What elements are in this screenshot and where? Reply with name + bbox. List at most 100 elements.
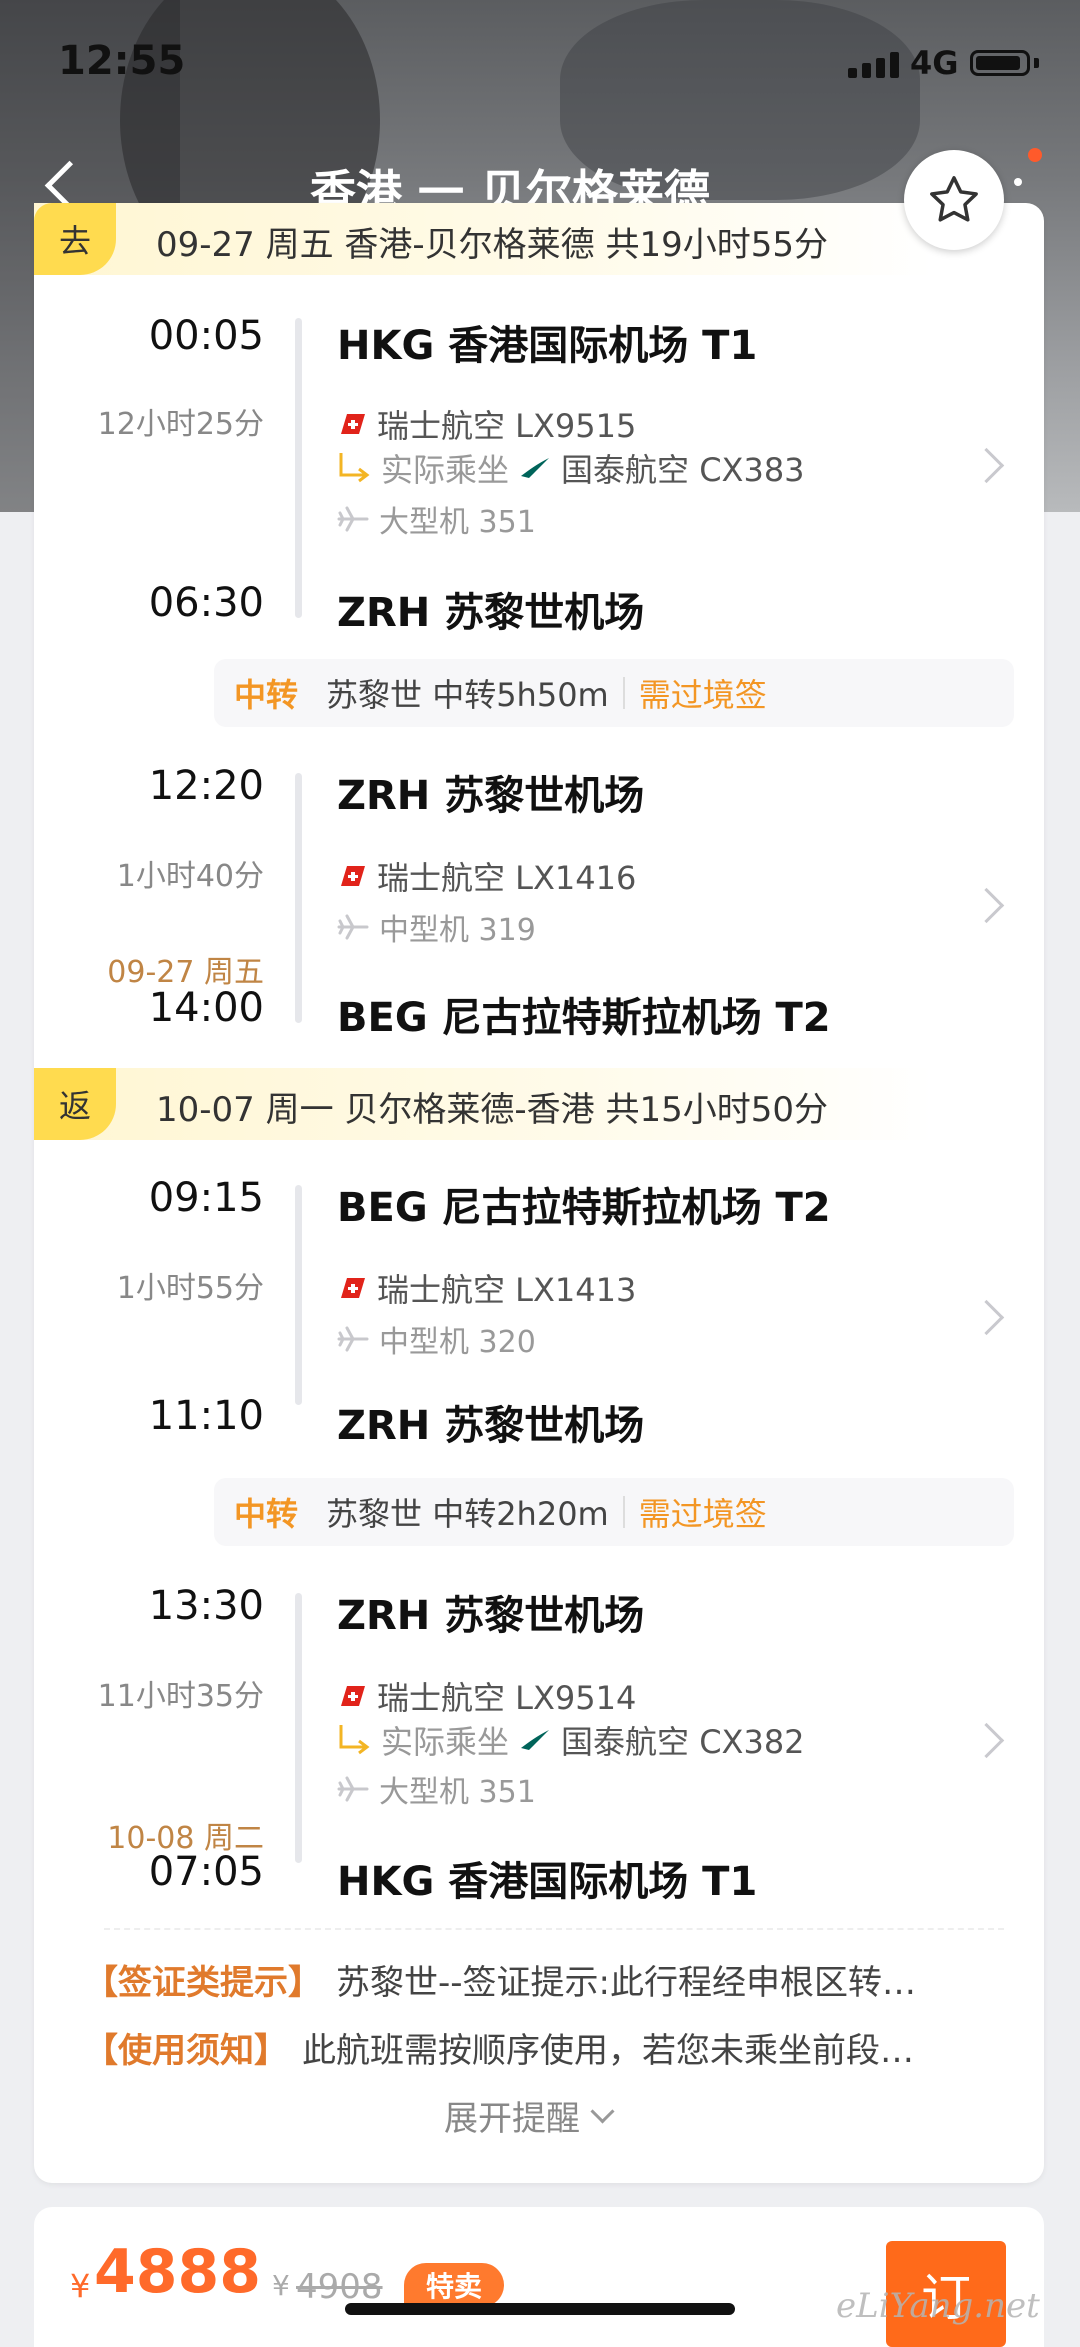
arrival-airport: ZRH 苏黎世机场 [337,590,645,636]
arrival-airport: HKG 香港国际机场 T1 [337,1859,758,1905]
flight-duration: 12小时25分 [97,407,264,442]
more-icon[interactable] [1014,178,1022,186]
price-bar: ¥ 4888 ¥ 4908 特卖 订 [34,2207,1044,2347]
outbound-header: 去 09-27 周五 香港-贝尔格莱德 共19小时55分 [34,203,934,275]
arrival-time: 11:10 [148,1393,264,1439]
departure-airport: ZRH 苏黎世机场 [337,1593,645,1639]
swiss-airline-icon [341,414,365,434]
favorite-button[interactable] [904,150,1004,250]
actual-operator-label: 实际乘坐 [381,1723,510,1761]
airline-row: 瑞士航空 LX1416 [337,853,636,899]
swiss-airline-icon [341,1278,365,1298]
chevron-right-icon [968,887,1005,924]
status-bar: 12:55 4G [0,0,1080,130]
flight-duration: 1小时55分 [116,1271,264,1306]
aircraft-row: 中型机 320 [337,1317,536,1361]
status-time: 12:55 [58,38,186,84]
currency-symbol: ¥ [70,2267,91,2305]
airline-name: 瑞士航空 LX9514 [377,1679,637,1717]
home-indicator [345,2303,735,2315]
actual-operator-label: 实际乘坐 [381,451,510,489]
departure-time: 00:05 [148,313,264,359]
transfer-info: 中转 苏黎世 中转5h50m 需过境签 [214,659,1014,727]
airline-row: 瑞士航空 LX1413 [337,1265,636,1311]
arrival-time: 14:00 [148,985,264,1031]
cathay-airline-icon [521,1730,550,1750]
departure-airport: BEG 尼古拉特斯拉机场 T2 [337,1185,831,1231]
swiss-airline-icon [341,1686,365,1706]
outbound-summary: 09-27 周五 香港-贝尔格莱德 共19小时55分 [156,225,829,265]
return-tag: 返 [34,1068,116,1140]
operating-airline-row: 实际乘坐 国泰航空 CX382 [337,1717,805,1763]
arrival-time: 06:30 [148,580,264,626]
aircraft-type: 中型机 319 [379,913,536,948]
flight-duration: 1小时40分 [116,859,264,894]
actual-airline-name: 国泰航空 CX382 [561,1723,805,1761]
notice-text: 此航班需按顺序使用，若您未乘坐前段… [302,2031,914,2071]
departure-airport: HKG 香港国际机场 T1 [337,323,758,369]
signal-icon [848,52,899,78]
aircraft-type: 大型机 351 [379,505,536,540]
departure-time: 13:30 [148,1583,264,1629]
transfer-detail: 苏黎世 中转5h50m [326,676,609,714]
aircraft-row: 中型机 319 [337,905,536,949]
chevron-right-icon [968,1299,1005,1336]
airline-row: 瑞士航空 LX9515 [337,401,636,447]
return-header: 返 10-07 周一 贝尔格莱德-香港 共15小时50分 [34,1068,934,1140]
usage-notice[interactable]: 【使用须知】 此航班需按顺序使用，若您未乘坐前段… [84,2023,914,2072]
arrow-turn-icon [339,453,370,483]
notification-dot [1028,148,1042,162]
plane-icon [337,914,369,940]
actual-airline-name: 国泰航空 CX383 [561,451,805,489]
arrival-time: 07:05 [148,1849,264,1895]
expand-label: 展开提醒 [444,2099,580,2139]
departure-airport: ZRH 苏黎世机场 [337,773,645,819]
airline-name: 瑞士航空 LX9515 [377,407,637,445]
return-summary: 10-07 周一 贝尔格莱德-香港 共15小时50分 [156,1090,829,1130]
arrival-airport: ZRH 苏黎世机场 [337,1403,645,1449]
notice-key: 【使用须知】 [84,2031,288,2071]
airline-row: 瑞士航空 LX9514 [337,1673,636,1719]
aircraft-row: 大型机 351 [337,1767,536,1811]
visa-badge: 需过境签 [638,676,767,714]
price: 4888 [94,2237,261,2307]
aircraft-type: 大型机 351 [379,1775,536,1810]
swiss-airline-icon [341,866,365,886]
flight-segment[interactable]: 00:05 HKG 香港国际机场 T1 12小时25分 瑞士航空 LX9515 … [34,303,1044,843]
aircraft-row: 大型机 351 [337,497,536,541]
plane-icon [337,506,369,532]
sale-badge: 特卖 [404,2263,504,2307]
transfer-label: 中转 [234,1495,299,1533]
chevron-right-icon [968,1722,1005,1759]
arrival-airport: BEG 尼古拉特斯拉机场 T2 [337,995,831,1041]
flight-segment[interactable]: 12:20 ZRH 苏黎世机场 1小时40分 瑞士航空 LX1416 中型机 3… [34,763,1044,1243]
network-label: 4G [910,44,959,82]
original-price: 4908 [296,2267,383,2307]
watermark: eLiYang.net [836,2286,1040,2326]
chevron-down-icon [590,2099,615,2124]
outbound-tag: 去 [34,203,116,275]
chevron-right-icon [968,447,1005,484]
expand-reminders-button[interactable]: 展开提醒 [444,2091,615,2140]
transfer-info: 中转 苏黎世 中转2h20m 需过境签 [214,1478,1014,1546]
flight-segment[interactable]: 09:15 BEG 尼古拉特斯拉机场 T2 1小时55分 瑞士航空 LX1413… [34,1175,1044,1449]
cathay-airline-icon [521,458,550,478]
plane-icon [337,1776,369,1802]
notice-text: 苏黎世--签证提示:此行程经申根区转… [336,1963,916,2003]
operating-airline-row: 实际乘坐 国泰航空 CX383 [337,445,805,491]
visa-notice[interactable]: 【签证类提示】 苏黎世--签证提示:此行程经申根区转… [84,1955,916,2004]
airline-name: 瑞士航空 LX1416 [377,859,637,897]
itinerary-card: 去 09-27 周五 香港-贝尔格莱德 共19小时55分 00:05 HKG 香… [34,203,1044,2183]
plane-icon [337,1326,369,1352]
visa-badge: 需过境签 [638,1495,767,1533]
notice-key: 【签证类提示】 [84,1963,322,2003]
battery-icon [970,50,1030,76]
airline-name: 瑞士航空 LX1413 [377,1271,637,1309]
departure-time: 12:20 [148,763,264,809]
departure-time: 09:15 [148,1175,264,1221]
transfer-detail: 苏黎世 中转2h20m [326,1495,609,1533]
arrow-turn-icon [339,1725,370,1755]
flight-duration: 11小时35分 [97,1679,264,1714]
old-currency-symbol: ¥ [272,2269,290,2302]
star-icon [930,176,978,222]
